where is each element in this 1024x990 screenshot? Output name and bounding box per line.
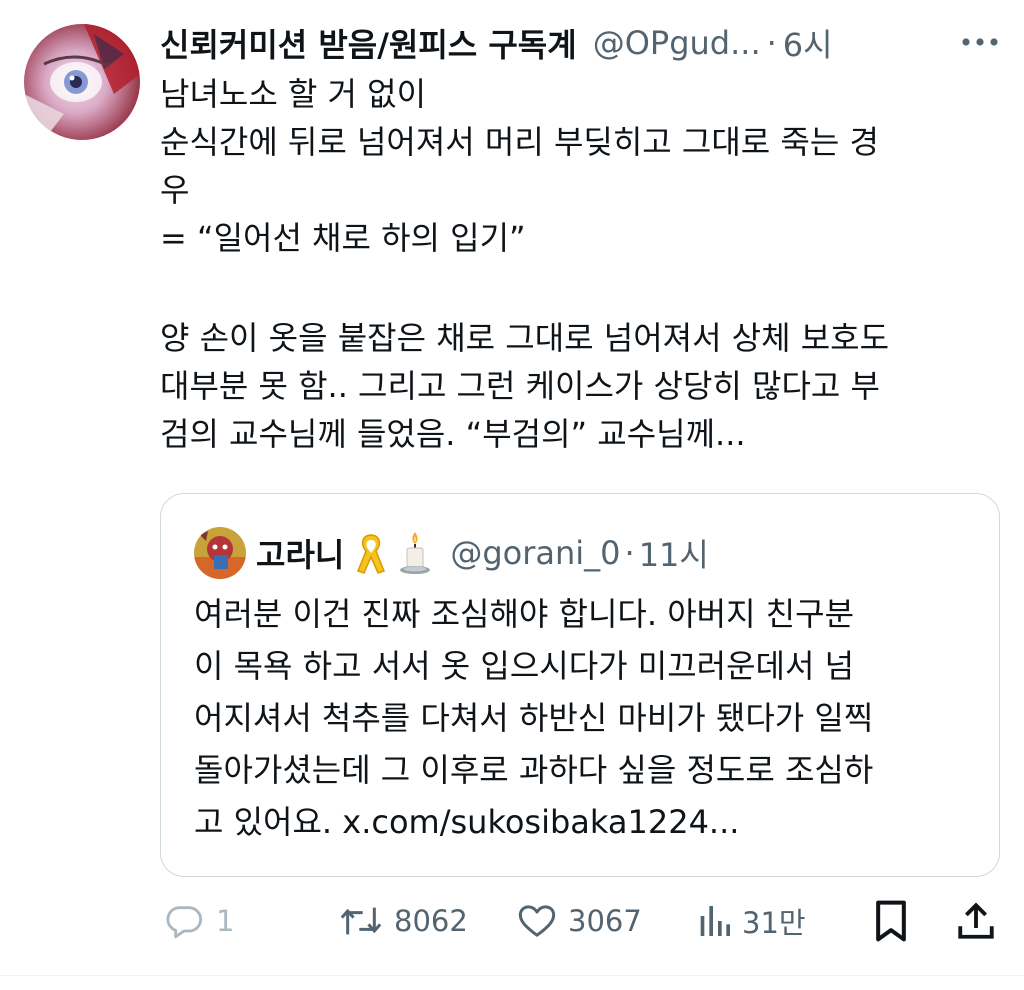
bookmark-icon [876,900,906,942]
like-button[interactable]: 3067 [516,893,642,949]
quoted-author-handle[interactable]: @gorani_0 [450,534,620,572]
tweet-timestamp[interactable]: 6시 [783,20,833,66]
tweet-action-bar: 1 8062 3067 31만 [160,893,1000,949]
more-options-button[interactable] [956,22,1004,62]
reply-count: 1 [216,904,235,938]
bookmark-button[interactable] [872,893,910,949]
retweet-button[interactable]: 8062 [338,893,468,949]
quoted-text-line: 이 목욕 하고 서서 옷 입으시다가 미끄러운데서 넘 [194,647,855,685]
bottom-divider [0,975,1024,976]
retweet-count: 8062 [394,904,468,938]
like-count: 3067 [568,904,642,938]
tweet-text-line: 우 [160,171,190,209]
yellow-ribbon-icon [354,531,388,575]
header-separator: · [766,24,777,62]
tweet-text-line: = “일어선 채로 하의 입기” [160,219,526,257]
share-icon [958,902,994,939]
tweet-text-line: 남녀노소 할 거 없이 [160,75,427,113]
quoted-tweet-header: 고라니 @gorani_0 · 11시 [194,526,979,580]
candle-icon [398,530,432,576]
author-avatar[interactable] [24,24,140,140]
quoted-text-line: 돌아가셨는데 그 이후로 과하다 싶을 정도로 조심하 [194,751,874,789]
tweet-text-line: 대부분 못 함.. 그리고 그런 케이스가 상당히 많다고 부 [160,367,880,405]
quoted-text-line: 여러분 이건 진짜 조심해야 합니다. 아버지 친구분 [194,595,855,633]
author-display-name[interactable]: 신뢰커미션 받음/원피스 구독계 [160,20,577,66]
tweet-text: 남녀노소 할 거 없이 순식간에 뒤로 넘어져서 머리 부딪히고 그대로 죽는 … [160,70,990,458]
heart-icon [518,905,556,937]
views-count: 31만 [742,906,806,940]
quoted-tweet-timestamp[interactable]: 11시 [639,530,709,576]
retweet-icon [340,907,382,935]
tweet-header: 신뢰커미션 받음/원피스 구독계 @OPgud... · 6시 [160,20,1004,66]
tweet: 신뢰커미션 받음/원피스 구독계 @OPgud... · 6시 남녀노소 할 거… [0,0,1024,990]
tweet-text-line: 양 손이 옷을 붙잡은 채로 그대로 넘어져서 상체 보호도 [160,319,890,357]
quoted-author-display-name[interactable]: 고라니 [256,530,344,576]
reply-button[interactable]: 1 [164,893,234,949]
quoted-tweet-text: 여러분 이건 진짜 조심해야 합니다. 아버지 친구분 이 목욕 하고 서서 옷… [194,588,984,848]
reply-icon [166,906,202,939]
quoted-text-line: 어지셔서 척추를 다쳐서 하반신 마비가 됐다가 일찍 [194,699,874,737]
quoted-author-avatar[interactable] [194,527,246,579]
quoted-text-line: 고 있어요. x.com/sukosibaka1224... [194,803,740,841]
share-button[interactable] [956,893,996,949]
views-button[interactable]: 31만 [696,893,806,949]
quoted-header-separator: · [624,534,635,572]
more-horizontal-icon [962,38,998,46]
tweet-text-line: 검의 교수님께 들었음. “부검의” 교수님께... [160,415,746,453]
views-icon [700,906,730,936]
tweet-text-line: 순식간에 뒤로 넘어져서 머리 부딪히고 그대로 죽는 경 [160,123,879,161]
author-handle[interactable]: @OPgud... [593,24,761,62]
quoted-tweet-card[interactable]: 고라니 @gorani_0 · 11시 여러분 이건 진짜 조심해야 합니다. … [160,493,1000,877]
